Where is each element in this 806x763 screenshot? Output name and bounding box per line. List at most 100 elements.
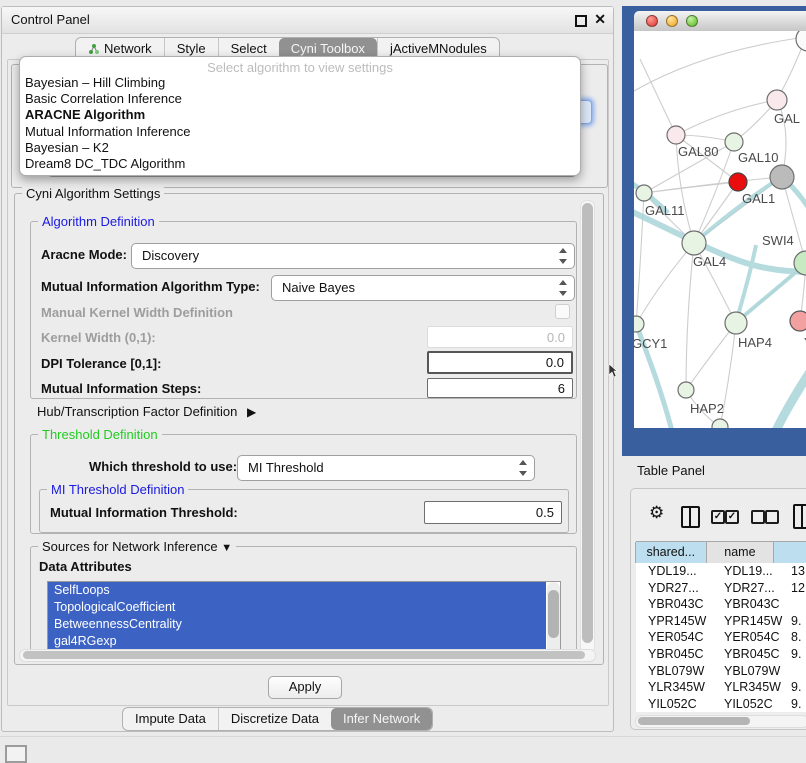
list-item[interactable]: SelfLoops bbox=[48, 582, 546, 599]
status-divider bbox=[0, 736, 806, 737]
node-partial-top[interactable] bbox=[796, 31, 806, 51]
table-horizontal-scrollbar[interactable] bbox=[635, 715, 806, 728]
node-gcy1[interactable] bbox=[634, 316, 644, 332]
restore-panel-icon[interactable] bbox=[5, 745, 27, 763]
node-gal4[interactable] bbox=[682, 231, 706, 255]
node-partial-bottom[interactable] bbox=[712, 419, 728, 428]
dpi-tolerance-label: DPI Tolerance [0,1]: bbox=[41, 356, 161, 371]
table-row[interactable]: YBL079WYBL079W bbox=[636, 663, 806, 680]
control-panel-titlebar: Control Panel ✕ bbox=[2, 7, 613, 34]
mi-steps-input[interactable] bbox=[427, 378, 573, 398]
table-body: YDL19...YDL19...13 YDR27...YDR27...12 YB… bbox=[636, 563, 806, 712]
mac-zoom-icon[interactable] bbox=[686, 15, 698, 27]
mi-threshold-label: Mutual Information Threshold: bbox=[50, 505, 238, 520]
node-gal1[interactable] bbox=[729, 173, 747, 191]
hub-definition-toggle[interactable]: Hub/Transcription Factor Definition ▶ bbox=[37, 404, 256, 419]
algorithm-option[interactable]: Bayesian – Hill Climbing bbox=[20, 75, 580, 91]
which-threshold-label: Which threshold to use: bbox=[89, 459, 237, 474]
algorithm-option[interactable]: Bayesian – K2 bbox=[20, 140, 580, 156]
node-gal80[interactable] bbox=[667, 126, 685, 144]
combo-stepper-icon[interactable] bbox=[557, 276, 569, 300]
combo-stepper-icon[interactable] bbox=[517, 456, 529, 480]
mi-threshold-input[interactable] bbox=[424, 501, 562, 524]
manual-kernel-label: Manual Kernel Width Definition bbox=[41, 305, 233, 320]
table-row[interactable]: YBR045CYBR045C9. bbox=[636, 646, 806, 663]
expand-right-icon[interactable]: ▶ bbox=[247, 405, 256, 419]
table-row[interactable]: YDL19...YDL19...13 bbox=[636, 563, 806, 580]
column-header-shared[interactable]: shared... bbox=[635, 542, 707, 563]
table-row[interactable]: YDR27...YDR27...12 bbox=[636, 580, 806, 597]
list-item[interactable]: gal4RGexp bbox=[48, 633, 546, 650]
table-row[interactable]: YIL052CYIL052C9. bbox=[636, 696, 806, 712]
aracne-mode-combo[interactable]: Discovery bbox=[131, 243, 575, 269]
node-gal10[interactable] bbox=[725, 133, 743, 151]
table-row[interactable]: YPR145WYPR145W9. bbox=[636, 613, 806, 630]
settings-horizontal-scrollbar[interactable] bbox=[19, 649, 596, 662]
algorithm-option[interactable]: Mutual Information Inference bbox=[20, 124, 580, 140]
unchecked-checkbox-icon[interactable] bbox=[765, 510, 779, 524]
node-label: GAL4 bbox=[693, 254, 726, 269]
network-window-titlebar bbox=[634, 11, 806, 32]
mac-minimize-icon[interactable] bbox=[666, 15, 678, 27]
which-threshold-combo[interactable]: MI Threshold bbox=[237, 455, 535, 481]
settings-vertical-scrollbar[interactable] bbox=[580, 200, 595, 654]
node-label: HAP4 bbox=[738, 335, 772, 350]
collapse-down-icon[interactable]: ▼ bbox=[221, 542, 232, 554]
data-attributes-list[interactable]: SelfLoops TopologicalCoefficient Between… bbox=[47, 581, 561, 657]
mi-type-combo[interactable]: Naive Bayes bbox=[271, 275, 575, 301]
network-graph: GAL GAL80 GAL10 GAL1 GAL11 GAL4 SWI4 GCY… bbox=[634, 31, 806, 428]
control-panel-window: Control Panel ✕ Network Style Select Cyn… bbox=[1, 6, 614, 732]
scrollbar-thumb[interactable] bbox=[548, 590, 559, 638]
kernel-width-label: Kernel Width (0,1): bbox=[41, 330, 156, 345]
unchecked-checkbox-icon[interactable] bbox=[751, 510, 765, 524]
dpi-tolerance-input[interactable] bbox=[427, 351, 573, 374]
node-hap2[interactable] bbox=[678, 382, 694, 398]
node-gray[interactable] bbox=[770, 165, 794, 189]
mi-steps-label: Mutual Information Steps: bbox=[41, 381, 201, 396]
columns-icon[interactable] bbox=[681, 506, 700, 528]
node-label: HAP2 bbox=[690, 401, 724, 416]
table-header: shared... name bbox=[636, 541, 806, 564]
node-gal-partial[interactable] bbox=[767, 90, 787, 110]
tab-infer-network[interactable]: Infer Network bbox=[331, 708, 432, 730]
algorithm-option-highlighted[interactable]: ARACNE Algorithm bbox=[20, 107, 580, 123]
algorithm-option[interactable]: Basic Correlation Inference bbox=[20, 91, 580, 107]
list-item[interactable]: BetweennessCentrality bbox=[48, 616, 546, 633]
node-label: GAL11 bbox=[645, 203, 685, 218]
table-row[interactable]: YBR043CYBR043C bbox=[636, 596, 806, 613]
mac-close-icon[interactable] bbox=[646, 15, 658, 27]
table-row[interactable]: YLR345WYLR345W9. bbox=[636, 679, 806, 696]
list-scrollbar[interactable] bbox=[547, 582, 560, 654]
network-canvas[interactable]: GAL GAL80 GAL10 GAL1 GAL11 GAL4 SWI4 GCY… bbox=[634, 31, 806, 428]
apply-button[interactable]: Apply bbox=[268, 676, 342, 699]
node-label: GAL bbox=[774, 111, 800, 126]
checked-checkbox-icon[interactable]: ✓ bbox=[711, 510, 725, 524]
network-nodes[interactable] bbox=[634, 31, 806, 428]
panel-icon-partial[interactable] bbox=[793, 504, 806, 529]
scrollbar-thumb[interactable] bbox=[638, 717, 750, 725]
tab-discretize-data[interactable]: Discretize Data bbox=[218, 708, 331, 730]
manual-kernel-checkbox[interactable] bbox=[555, 304, 570, 319]
algorithm-option[interactable]: Dream8 DC_TDC Algorithm bbox=[20, 156, 580, 172]
combo-stepper-icon[interactable] bbox=[557, 244, 569, 268]
node-label: GAL10 bbox=[738, 150, 778, 165]
node-hap4[interactable] bbox=[725, 312, 747, 334]
node-gal11[interactable] bbox=[636, 185, 652, 201]
tab-impute-data[interactable]: Impute Data bbox=[123, 708, 218, 730]
checked-checkbox-icon[interactable]: ✓ bbox=[725, 510, 739, 524]
table-row[interactable]: YER054CYER054C8. bbox=[636, 629, 806, 646]
node-salmon[interactable] bbox=[790, 311, 806, 331]
node-label: SWI4 bbox=[762, 233, 794, 248]
scrollbar-thumb[interactable] bbox=[582, 203, 593, 643]
table-panel-title: Table Panel bbox=[637, 463, 705, 478]
network-tab-icon bbox=[88, 43, 100, 55]
close-icon[interactable]: ✕ bbox=[594, 11, 606, 28]
column-header-name[interactable]: name bbox=[706, 542, 775, 563]
kernel-width-input[interactable] bbox=[427, 326, 573, 348]
float-window-icon[interactable] bbox=[575, 15, 587, 27]
gear-icon[interactable]: ⚙ bbox=[649, 503, 664, 523]
list-item[interactable]: TopologicalCoefficient bbox=[48, 599, 546, 616]
column-header-partial[interactable] bbox=[773, 542, 806, 563]
scrollbar-thumb[interactable] bbox=[23, 651, 585, 659]
mouse-cursor bbox=[608, 364, 618, 378]
